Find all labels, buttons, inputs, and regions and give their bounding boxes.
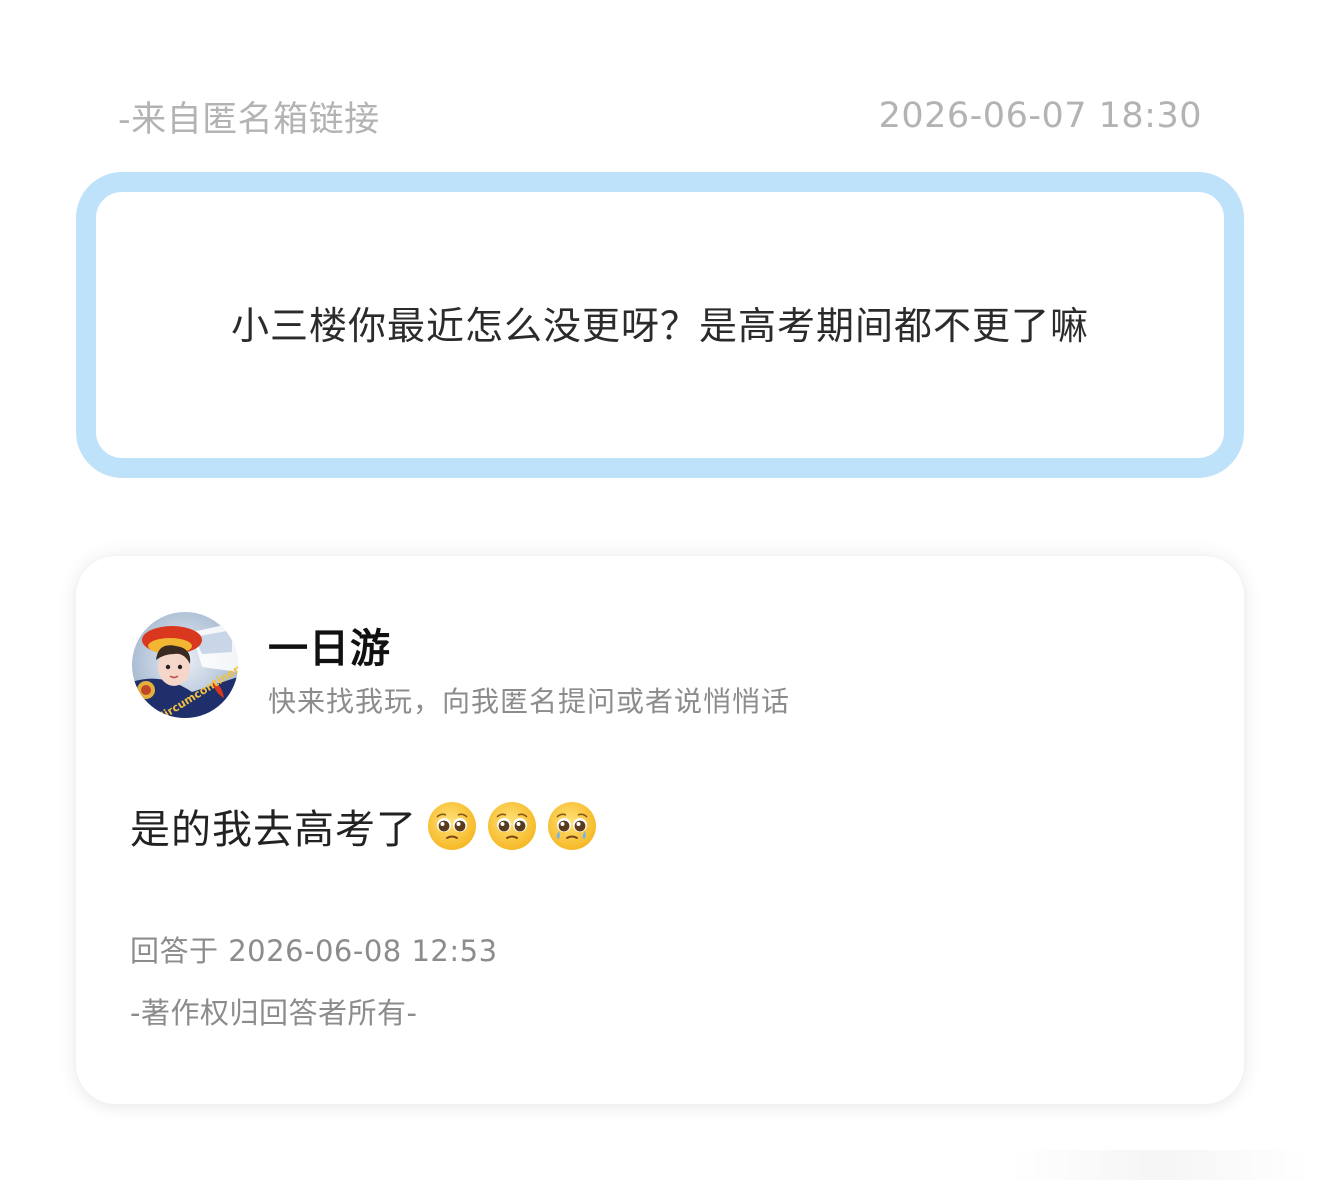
user-bio: 快来找我玩，向我匿名提问或者说悄悄话 <box>268 685 791 718</box>
question-card[interactable]: 小三楼你最近怎么没更呀？是高考期间都不更了嘛 <box>76 172 1244 478</box>
answer-body: 是的我去高考了 <box>130 796 607 856</box>
page: -来自匿名箱链接 2026-06-07 18:30 小三楼你最近怎么没更呀？是高… <box>0 0 1320 1194</box>
pleading-face-emoji <box>548 802 596 850</box>
pleading-face-emoji <box>488 802 536 850</box>
user-name[interactable]: 一日游 <box>268 616 391 674</box>
watermark-strip <box>1010 1150 1310 1180</box>
copyright-notice: -著作权归回答者所有- <box>130 996 418 1030</box>
question-timestamp: 2026-06-07 18:30 <box>878 96 1202 136</box>
question-source: -来自匿名箱链接 <box>118 99 380 140</box>
answer-card: Circumcontinental 一日游 快来找我玩，向我匿名提问或者说悄悄话… <box>76 556 1244 1104</box>
answer-timestamp: 回答于 2026-06-08 12:53 <box>130 934 498 968</box>
pleading-face-emoji <box>428 802 476 850</box>
question-text: 小三楼你最近怎么没更呀？是高考期间都不更了嘛 <box>230 303 1089 348</box>
answer-text: 是的我去高考了 <box>130 807 417 853</box>
question-meta-row: -来自匿名箱链接 2026-06-07 18:30 <box>118 92 1202 140</box>
avatar[interactable]: Circumcontinental <box>132 612 238 718</box>
emoji-group <box>427 801 607 851</box>
